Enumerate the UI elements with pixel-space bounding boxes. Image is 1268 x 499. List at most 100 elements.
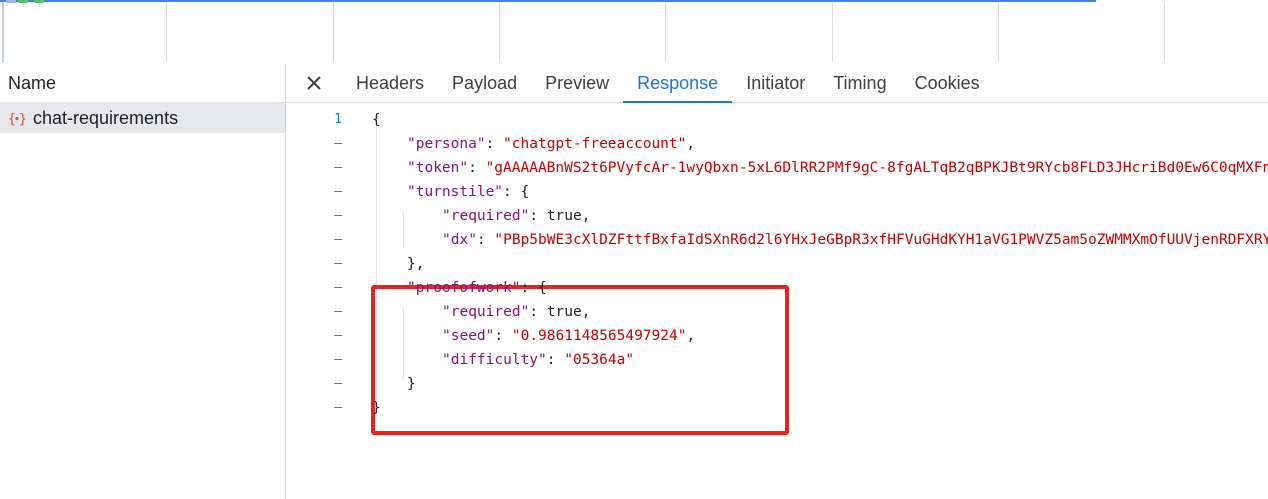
- json-punctuation: :: [546, 352, 565, 368]
- tab-cookies[interactable]: Cookies: [901, 64, 994, 102]
- response-body[interactable]: 1{– "persona": "chatgpt-freeaccount", – "to…: [286, 103, 1268, 499]
- line-number: –: [334, 328, 342, 343]
- json-punctuation: :: [494, 328, 512, 344]
- response-line: –}: [286, 396, 1268, 420]
- tab-preview[interactable]: Preview: [531, 64, 623, 102]
- close-button[interactable]: [286, 64, 342, 102]
- line-number: –: [334, 232, 342, 247]
- json-punctuation: : {: [503, 184, 530, 200]
- json-string: "chatgpt-freeaccount": [503, 136, 687, 152]
- tab-initiator[interactable]: Initiator: [732, 64, 819, 102]
- overview-gridline: [499, 2, 500, 62]
- json-key: "token": [407, 160, 469, 176]
- overview-gridline: [1164, 2, 1165, 62]
- line-content: "token": "gAAAAABnWS2t6PVyfcAr-1wyQbxn-5…: [407, 156, 1268, 180]
- json-punctuation: },: [407, 256, 425, 272]
- line-number: –: [334, 136, 342, 151]
- json-string: "05364a": [564, 352, 635, 368]
- line-content: }: [407, 372, 416, 396]
- json-punctuation: :: [485, 136, 504, 152]
- response-line: – "turnstile": {: [286, 180, 1268, 204]
- line-content: "dx": "PBp5bWE3cXlDZFttfBxfaIdSXnR6d2l6Y…: [442, 228, 1268, 252]
- response-line: – "persona": "chatgpt-freeaccount",: [286, 132, 1268, 156]
- line-number: –: [334, 184, 342, 199]
- json-key: "seed": [442, 328, 495, 344]
- response-line: – "required": true,: [286, 300, 1268, 324]
- json-punctuation: {: [372, 112, 381, 128]
- json-punctuation: }: [372, 400, 381, 416]
- json-key: "required": [442, 304, 530, 320]
- json-punctuation: ,: [686, 136, 696, 152]
- response-line: – "difficulty": "05364a": [286, 348, 1268, 372]
- response-line: – "dx": "PBp5bWE3cXlDZFttfBxfaIdSXnR6d2l6…: [286, 228, 1268, 252]
- overview-marker: [34, 0, 44, 3]
- json-key: "proofofwork": [407, 280, 521, 296]
- json-punctuation: :: [476, 232, 495, 248]
- overview-marker: [6, 0, 16, 3]
- overview-progress-line: [0, 0, 1096, 2]
- response-line: – "proofofwork": {: [286, 276, 1268, 300]
- line-number: –: [334, 208, 342, 223]
- tab-timing[interactable]: Timing: [819, 64, 900, 102]
- tab-response[interactable]: Response: [623, 64, 733, 103]
- line-number: –: [334, 400, 342, 415]
- overview-gridline: [333, 2, 334, 62]
- network-overview[interactable]: [0, 0, 1268, 65]
- json-punctuation: : true,: [529, 208, 591, 224]
- close-icon: [307, 76, 321, 90]
- tab-headers[interactable]: Headers: [342, 64, 438, 102]
- request-list-panel: Name { } chat-requirements: [0, 64, 286, 499]
- tab-payload[interactable]: Payload: [438, 64, 531, 102]
- line-content: },: [407, 252, 424, 276]
- json-braces-icon: { }: [8, 112, 26, 127]
- line-number: –: [334, 352, 342, 367]
- response-line: 1{: [286, 108, 1268, 132]
- json-key: "turnstile": [407, 184, 504, 200]
- line-content: }: [372, 396, 381, 420]
- overview-edge: [2, 2, 4, 62]
- detail-tab-bar: Headers Payload Preview Response Initiat…: [286, 64, 1268, 103]
- response-line: – "seed": "0.9861148565497924",: [286, 324, 1268, 348]
- line-content: "required": true,: [442, 300, 590, 324]
- json-key: "difficulty": [442, 352, 547, 368]
- line-content: "proofofwork": {: [407, 276, 547, 300]
- line-number: –: [334, 256, 342, 271]
- response-line: – "token": "gAAAAABnWS2t6PVyfcAr-1wyQbxn-…: [286, 156, 1268, 180]
- line-number: –: [334, 304, 342, 319]
- json-punctuation: : {: [520, 280, 547, 296]
- overview-gridline: [665, 2, 666, 62]
- line-content: "persona": "chatgpt-freeaccount",: [407, 132, 695, 156]
- svg-text:}: }: [19, 112, 26, 127]
- json-punctuation: : true,: [529, 304, 591, 320]
- line-number: –: [334, 280, 342, 295]
- json-key: "persona": [407, 136, 486, 152]
- overview-marker: [18, 0, 28, 3]
- json-punctuation: :: [468, 160, 486, 176]
- response-line: –}: [286, 372, 1268, 396]
- json-string: "PBp5bWE3cXlDZFttfBxfaIdSXnR6d2l6YHxJeGB…: [494, 232, 1268, 248]
- line-content: "turnstile": {: [407, 180, 529, 204]
- svg-text:{: {: [8, 112, 16, 127]
- overview-gridline: [832, 2, 833, 62]
- response-line: –},: [286, 252, 1268, 276]
- name-column-header[interactable]: Name: [0, 64, 285, 103]
- line-content: "difficulty": "05364a": [442, 348, 634, 372]
- line-number: 1: [334, 112, 342, 127]
- line-number: –: [334, 376, 342, 391]
- request-detail-panel: Headers Payload Preview Response Initiat…: [286, 64, 1268, 499]
- json-punctuation: }: [407, 376, 416, 392]
- request-name: chat-requirements: [33, 108, 179, 128]
- line-content: "seed": "0.9861148565497924",: [442, 324, 695, 348]
- overview-gridline: [998, 2, 999, 62]
- json-key: "dx": [442, 232, 477, 248]
- json-string: "0.9861148565497924": [511, 328, 687, 344]
- line-content: {: [372, 108, 381, 132]
- line-number: –: [334, 160, 342, 175]
- request-row[interactable]: { } chat-requirements: [0, 103, 285, 133]
- response-line: – "required": true,: [286, 204, 1268, 228]
- line-content: "required": true,: [442, 204, 590, 228]
- json-string: "gAAAAABnWS2t6PVyfcAr-1wyQbxn-5xL6DlRR2P…: [485, 160, 1268, 176]
- json-punctuation: ,: [686, 328, 696, 344]
- json-key: "required": [442, 208, 530, 224]
- overview-gridline: [166, 2, 167, 62]
